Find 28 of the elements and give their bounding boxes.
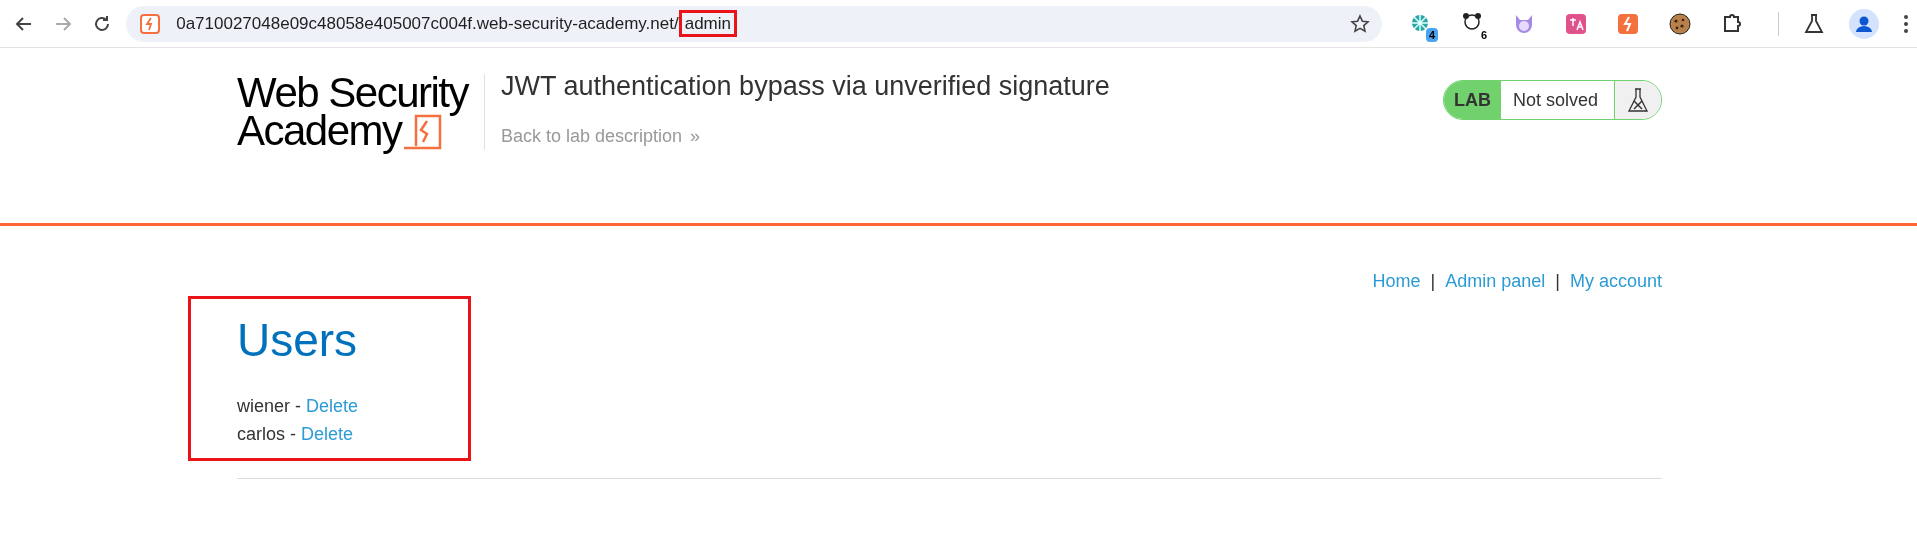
address-bar[interactable]: 0a710027048e09c48058e405007c004f.web-security-academy.net/ admin (126, 5, 1382, 42)
bolt-icon (1616, 11, 1640, 36)
page-heading: Users (237, 313, 359, 368)
forward-arrow-icon (54, 14, 73, 33)
nav-separator: | (1555, 270, 1560, 293)
nav-link[interactable]: Admin panel (1445, 268, 1546, 295)
lab-title: JWT authentication bypass via unverified signature (501, 70, 1110, 103)
profile-icon[interactable] (1849, 8, 1879, 39)
user-row-text: wiener - Delete (237, 395, 359, 419)
user-row-text: carlos - Delete (237, 423, 355, 447)
cookie-icon (1668, 11, 1692, 36)
url-text: 0a710027048e09c48058e405007c004f.web-security-academy.net/ (176, 13, 679, 33)
bolt-icon (140, 13, 161, 34)
delete-link[interactable]: Delete (301, 424, 354, 445)
nav-link[interactable]: Home (1372, 268, 1421, 295)
lab-status-badge: LAB Not solved (1442, 80, 1662, 120)
menu-icon[interactable] (1903, 13, 1909, 34)
back-link[interactable]: Back to lab description » (501, 122, 1110, 150)
extension-badge: 4 (1425, 27, 1438, 42)
delete-link[interactable]: Delete (306, 396, 359, 417)
nav-separator: | (1430, 270, 1436, 293)
star-icon[interactable] (1350, 13, 1370, 34)
flask-icon (1627, 87, 1649, 113)
back-arrow-icon (14, 14, 33, 33)
nav-link[interactable]: My account (1569, 268, 1662, 295)
reload-icon (93, 14, 112, 33)
translate-icon (1564, 11, 1588, 36)
flask-icon[interactable] (1803, 12, 1825, 35)
